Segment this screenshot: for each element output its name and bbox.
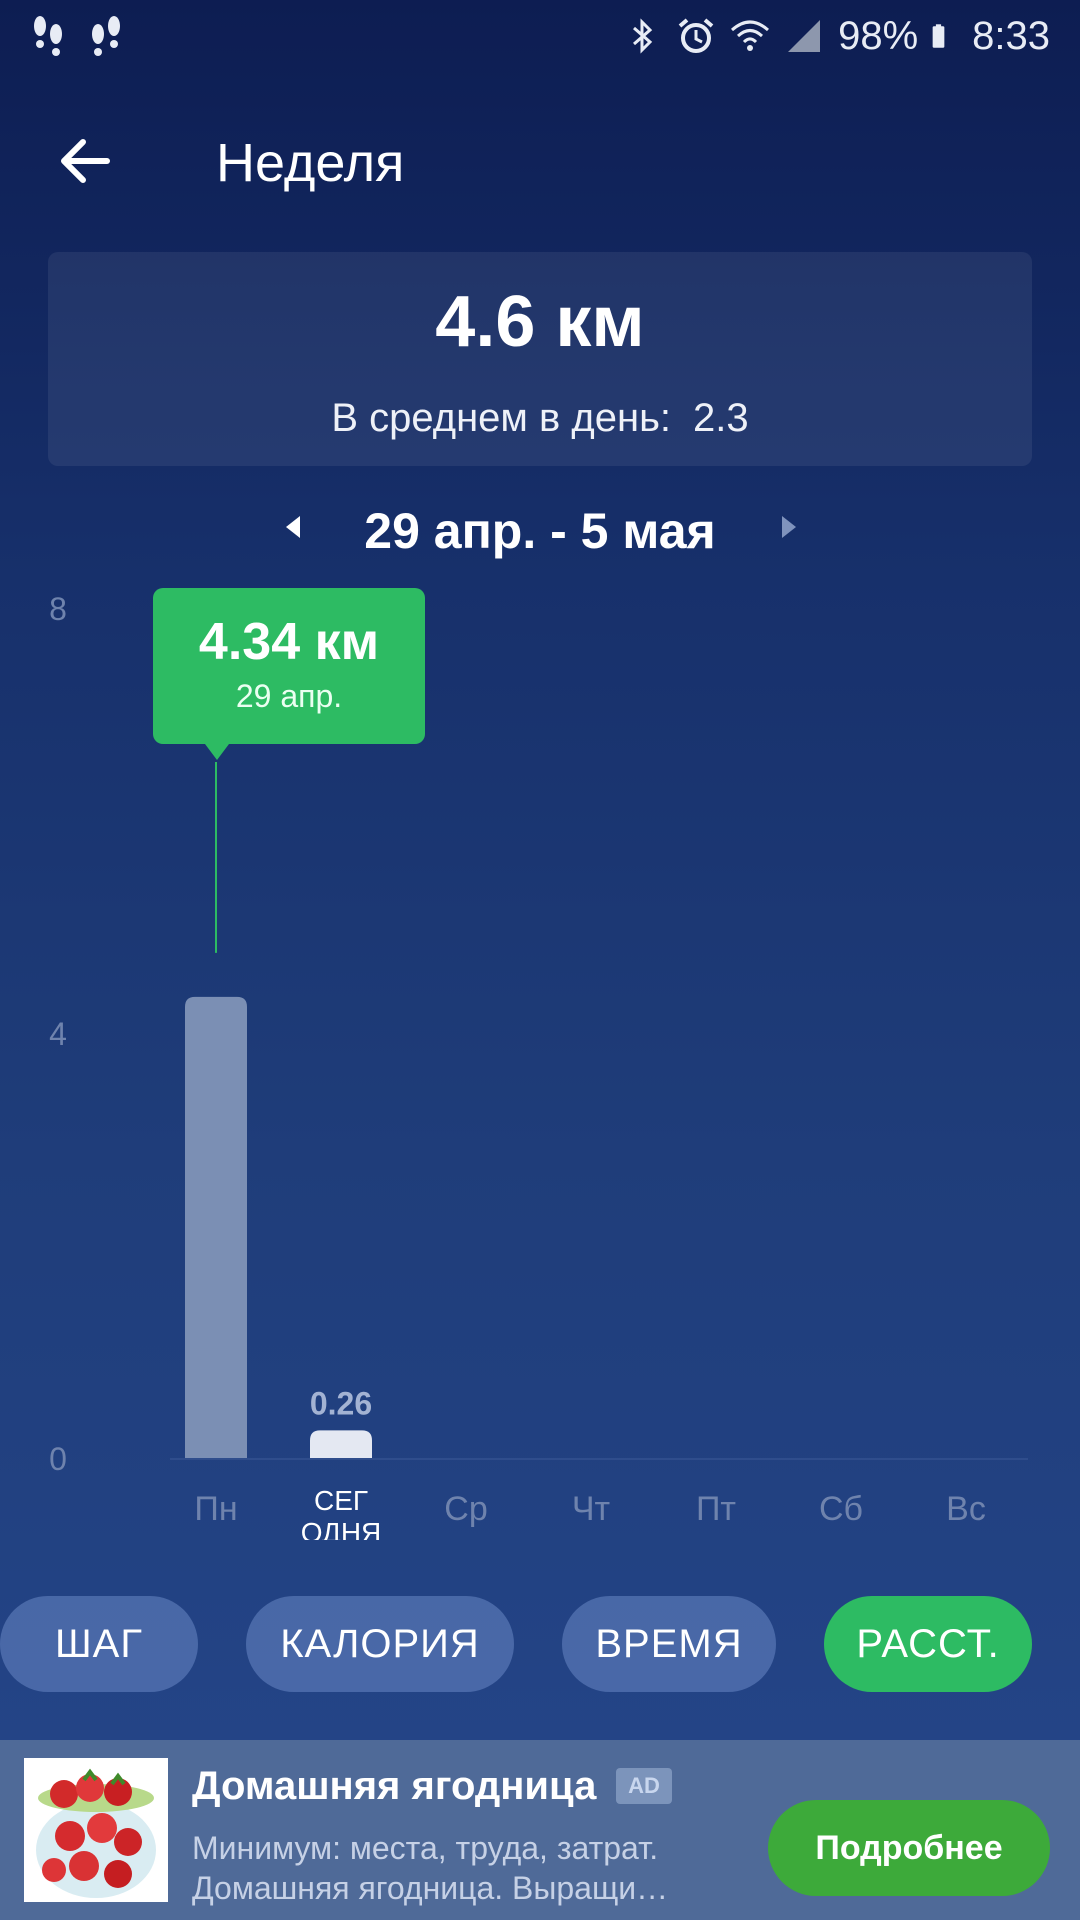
bluetooth-icon	[633, 18, 653, 54]
y-tick-label: 0	[49, 1441, 67, 1477]
metric-tabs: ШАГ КАЛОРИЯ ВРЕМЯ РАССТ.	[0, 1596, 1080, 1692]
tab-time[interactable]: ВРЕМЯ	[562, 1596, 776, 1692]
ad-description-line: Домашняя ягодница. Выращи…	[192, 1870, 669, 1906]
footprints-icon	[92, 16, 120, 56]
triangle-right-icon[interactable]	[774, 512, 804, 542]
ad-more-button[interactable]: Подробнее	[768, 1800, 1050, 1896]
tab-steps[interactable]: ШАГ	[0, 1596, 198, 1692]
tab-distance[interactable]: РАССТ.	[824, 1596, 1032, 1692]
page-title: Неделя	[216, 133, 405, 193]
status-bar: 98% 8:33	[0, 0, 1080, 72]
ad-image[interactable]	[24, 1758, 168, 1902]
category-label: Сб	[819, 1490, 863, 1528]
category-label: Пн	[194, 1490, 237, 1528]
category-label: Вс	[946, 1490, 986, 1528]
ad-title[interactable]: Домашняя ягодница	[192, 1764, 596, 1809]
ad-description: Минимум: места, труда, затрат. Домашняя …	[192, 1828, 752, 1908]
category-label: ОДНЯ	[301, 1517, 382, 1540]
ad-banner[interactable]: Домашняя ягодница AD Минимум: места, тру…	[0, 1740, 1080, 1920]
footprints-icon	[34, 16, 62, 56]
back-button[interactable]	[52, 128, 118, 194]
app-bar: Неделя	[0, 110, 1080, 210]
strawberry-jar-image	[24, 1758, 168, 1902]
category-label: СЕГ	[314, 1485, 368, 1516]
wifi-icon	[731, 20, 770, 51]
bar	[310, 1430, 372, 1458]
total-distance: 4.6 км	[435, 282, 645, 362]
summary-card: 4.6 км В среднем в день: 2.3	[48, 252, 1032, 466]
tooltip-date: 29 апр.	[235, 678, 343, 714]
selected-day-tooltip: 4.34 км 29 апр.	[153, 588, 425, 760]
bar-value-label: 0.26	[310, 1385, 372, 1421]
ad-badge: AD	[616, 1768, 672, 1804]
daily-average-label: В среднем в день:	[331, 396, 672, 440]
battery-icon	[932, 24, 945, 48]
status-notifications	[28, 14, 126, 58]
clock: 8:33	[972, 13, 1050, 58]
tooltip-value: 4.34 км	[198, 613, 380, 671]
daily-average-value: 2.3	[693, 396, 749, 440]
daily-average: В среднем в день: 2.3	[48, 396, 1032, 441]
y-tick-label: 4	[49, 1016, 67, 1052]
status-system: 98% 8:33	[622, 10, 1050, 62]
bar	[185, 996, 247, 1458]
tab-calories[interactable]: КАЛОРИЯ	[246, 1596, 514, 1692]
category-label: Чт	[572, 1490, 610, 1528]
battery-percent: 98%	[838, 13, 919, 58]
category-label: Ср	[444, 1490, 487, 1528]
date-range-label: 29 апр. - 5 мая	[364, 503, 716, 559]
weekly-distance-chart: 0 4 8 Пн 0.26 СЕГ ОДНЯ Ср Чт Пт Сб Вс 4.34 км 29 ап…	[0, 580, 1080, 1540]
category-label: Пт	[696, 1490, 736, 1528]
signal-icon	[788, 20, 821, 52]
arrow-left-icon	[61, 139, 110, 183]
ad-description-line: Минимум: места, труда, затрат.	[192, 1830, 659, 1866]
date-range-selector: 29 апр. - 5 мая	[0, 498, 1080, 562]
y-tick-label: 8	[49, 591, 67, 627]
alarm-icon	[678, 18, 714, 53]
